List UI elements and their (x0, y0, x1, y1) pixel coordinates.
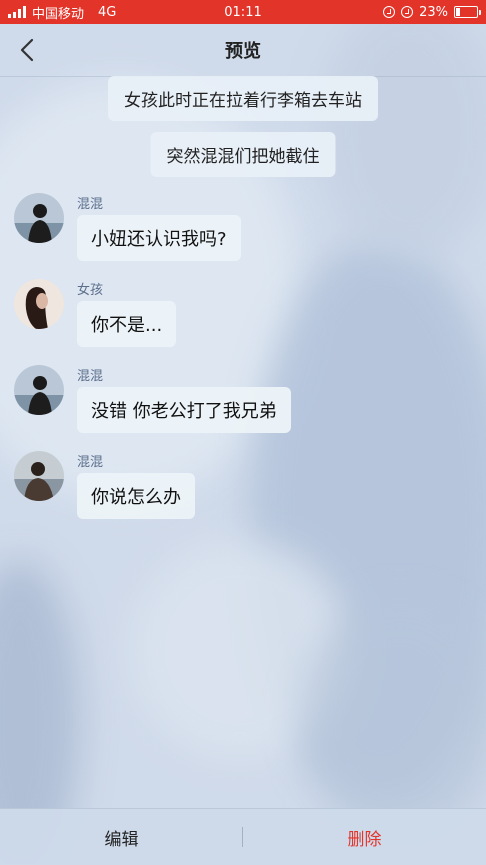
battery-percent: 23% (419, 4, 448, 20)
sender-name: 混混 (77, 369, 104, 384)
avatar[interactable] (14, 193, 64, 243)
carrier-label: 中国移动 (32, 6, 85, 22)
status-time: 01:11 (224, 4, 262, 20)
battery-level (456, 8, 460, 16)
battery-icon (454, 6, 481, 18)
delete-button[interactable]: 删除 (243, 809, 486, 865)
message-bubble: 没错 你老公打了我兄弟 (77, 387, 291, 433)
status-bar: 中国移动 4G 01:11 23% (0, 0, 486, 24)
message-bubble: 你不是... (77, 301, 177, 347)
narration-bubble: 女孩此时正在拉着行李箱去车站 (108, 76, 378, 121)
sender-name: 女孩 (77, 283, 104, 298)
signal-bars-icon (8, 6, 26, 18)
sender-name: 混混 (77, 455, 104, 470)
avatar[interactable] (14, 451, 64, 501)
sender-name: 混混 (77, 197, 104, 212)
message-bubble: 小妞还认识我吗? (77, 215, 241, 261)
chevron-left-icon[interactable] (16, 38, 40, 62)
edit-button[interactable]: 编辑 (0, 809, 243, 865)
bottom-toolbar: 编辑 删除 (0, 808, 486, 865)
status-right: 23% (383, 4, 481, 20)
status-left: 中国移动 4G (8, 3, 116, 22)
narration-bubble: 突然混混们把她截住 (150, 132, 336, 177)
message-bubble: 你说怎么办 (77, 473, 195, 519)
rotation-lock-icon (383, 6, 396, 18)
avatar[interactable] (14, 365, 64, 415)
network-label: 4G (98, 4, 117, 20)
alarm-icon (401, 6, 414, 18)
nav-bar: 预览 (0, 24, 486, 77)
avatar[interactable] (14, 279, 64, 329)
page-title: 预览 (225, 41, 261, 62)
chat-area: 女孩此时正在拉着行李箱去车站 突然混混们把她截住 混混 小妞还认识我吗? 女孩 … (0, 76, 486, 808)
